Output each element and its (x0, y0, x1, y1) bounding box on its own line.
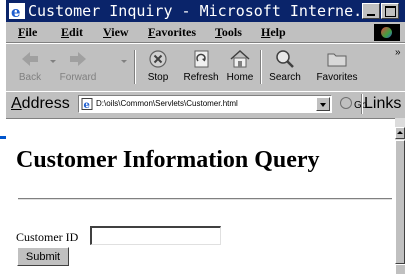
favorites-label: Favorites (316, 72, 358, 83)
back-arrow-icon (22, 52, 38, 66)
menu-view[interactable]: View (103, 25, 129, 40)
browser-window: e Customer Inquiry - Microsoft Interne..… (6, 0, 405, 274)
windows-logo-throbber (374, 24, 400, 41)
toolbar-separator (134, 50, 136, 84)
address-input[interactable]: e D:\oils\Common\Servlets\Customer.html (78, 95, 332, 113)
maximize-button[interactable] (381, 3, 399, 19)
horizontal-rule (18, 198, 392, 200)
back-button[interactable]: Back (12, 46, 48, 88)
address-separator (361, 94, 363, 114)
search-icon (276, 50, 294, 68)
toolbar-overflow-chevron-icon[interactable]: » (395, 47, 401, 58)
favorites-button[interactable]: Favorites (310, 46, 364, 88)
address-url: D:\oils\Common\Servlets\Customer.html (96, 99, 238, 108)
scroll-down-arrow-icon[interactable] (395, 264, 405, 274)
svg-text:e: e (11, 3, 21, 19)
forward-dropdown-arrow[interactable] (121, 60, 127, 63)
menu-tools[interactable]: Tools (215, 25, 242, 40)
menu-help[interactable]: Help (261, 25, 286, 40)
back-label: Back (18, 72, 42, 83)
forward-label: Forward (59, 72, 97, 83)
refresh-button[interactable]: Refresh (180, 46, 222, 88)
submit-button[interactable]: Submit (17, 247, 69, 266)
page-title: Customer Information Query (16, 147, 320, 173)
customer-id-label: Customer ID (16, 230, 79, 244)
title-bar[interactable]: e Customer Inquiry - Microsoft Interne..… (6, 0, 405, 22)
home-button[interactable]: Home (222, 46, 258, 88)
search-label: Search (269, 72, 301, 83)
stop-icon (149, 50, 167, 68)
forward-arrow-icon (70, 52, 86, 66)
internet-explorer-icon[interactable]: e (9, 3, 25, 19)
address-dropdown-button[interactable] (316, 97, 330, 111)
scroll-thumb[interactable] (395, 140, 405, 264)
links-button[interactable]: Links (364, 95, 401, 113)
stop-label: Stop (147, 72, 169, 83)
windows-logo-icon (381, 27, 392, 38)
toolbar-separator (260, 50, 262, 84)
menu-edit[interactable]: Edit (61, 25, 83, 40)
forward-button[interactable]: Forward (55, 46, 101, 88)
svg-text:e: e (84, 100, 90, 110)
standard-toolbar: Back Forward Stop Refresh Home Search Fa… (6, 43, 405, 92)
refresh-label: Refresh (183, 72, 219, 83)
page-content: Customer Information Query Customer ID S… (6, 118, 395, 274)
scroll-up-arrow-icon[interactable] (395, 127, 405, 139)
page-icon: e (81, 98, 93, 110)
minimize-button[interactable] (362, 3, 380, 19)
home-icon (230, 49, 250, 68)
menu-favorites[interactable]: Favorites (148, 25, 196, 40)
go-arrow-icon (340, 97, 352, 109)
stop-button[interactable]: Stop (140, 46, 176, 88)
window-title: Customer Inquiry - Microsoft Interne... (28, 2, 381, 20)
vertical-scrollbar[interactable] (395, 118, 405, 274)
menu-bar: File Edit View Favorites Tools Help (6, 22, 405, 43)
search-button[interactable]: Search (264, 46, 306, 88)
customer-id-input[interactable] (90, 226, 221, 245)
home-label: Home (226, 72, 254, 83)
address-bar: Address e D:\oils\Common\Servlets\Custom… (6, 91, 405, 119)
refresh-icon (194, 50, 209, 68)
favorites-folder-icon (327, 53, 347, 67)
address-label: Address (11, 95, 70, 112)
menu-file[interactable]: File (18, 25, 37, 40)
